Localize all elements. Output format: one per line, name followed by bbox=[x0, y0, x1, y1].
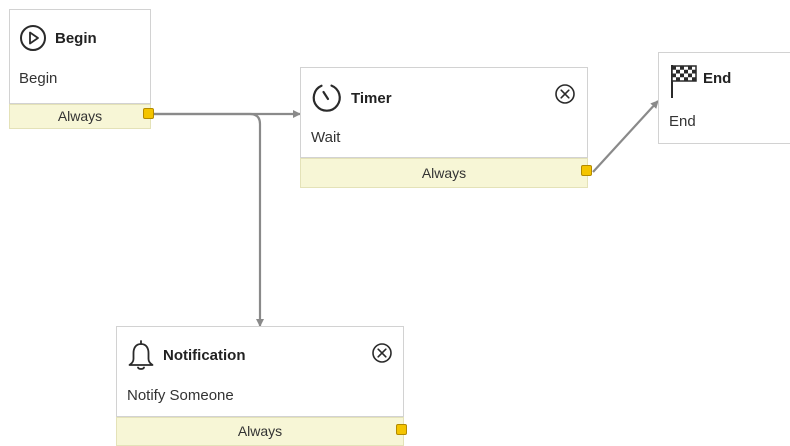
timer-outcome-port[interactable] bbox=[581, 165, 592, 176]
notification-node-header: Notification bbox=[127, 339, 246, 371]
timer-outcome-bar: Always bbox=[300, 158, 588, 188]
begin-node[interactable]: Begin Begin bbox=[9, 9, 151, 104]
end-node-header: End bbox=[669, 63, 731, 99]
begin-node-title: Begin bbox=[55, 29, 97, 47]
notification-outcome-port[interactable] bbox=[396, 424, 407, 435]
begin-outcome-label: Always bbox=[57, 108, 103, 124]
bell-icon bbox=[128, 340, 154, 370]
checkered-flag-icon bbox=[671, 65, 697, 98]
workflow-canvas[interactable]: Begin Begin Always Timer Wait Always End… bbox=[0, 0, 790, 446]
timer-node-header: Timer bbox=[311, 82, 392, 114]
timer-node-title: Timer bbox=[351, 89, 392, 107]
notification-outcome-bar: Always bbox=[116, 417, 404, 446]
end-node[interactable]: End End bbox=[658, 52, 790, 144]
notification-outcome-label: Always bbox=[237, 423, 283, 439]
begin-node-subtitle: Begin bbox=[19, 70, 58, 87]
begin-outcome-port[interactable] bbox=[143, 108, 154, 119]
begin-node-header: Begin bbox=[19, 24, 97, 52]
notification-node-title: Notification bbox=[163, 346, 246, 364]
timer-outcome-label: Always bbox=[421, 165, 467, 181]
notification-node-subtitle: Notify Someone bbox=[127, 387, 234, 404]
end-node-subtitle: End bbox=[669, 113, 696, 130]
timer-remove-icon[interactable] bbox=[554, 83, 576, 105]
play-circle-icon bbox=[20, 25, 46, 51]
end-node-title: End bbox=[703, 69, 732, 87]
begin-outcome-bar: Always bbox=[9, 104, 151, 129]
notification-remove-icon[interactable] bbox=[371, 342, 393, 364]
timer-node[interactable]: Timer Wait bbox=[300, 67, 588, 158]
connector-timer-to-end[interactable] bbox=[592, 100, 659, 173]
notification-node[interactable]: Notification Notify Someone bbox=[116, 326, 404, 417]
timer-node-subtitle: Wait bbox=[311, 129, 341, 146]
timer-icon bbox=[312, 84, 341, 112]
connector-begin-to-notification[interactable] bbox=[154, 112, 264, 327]
